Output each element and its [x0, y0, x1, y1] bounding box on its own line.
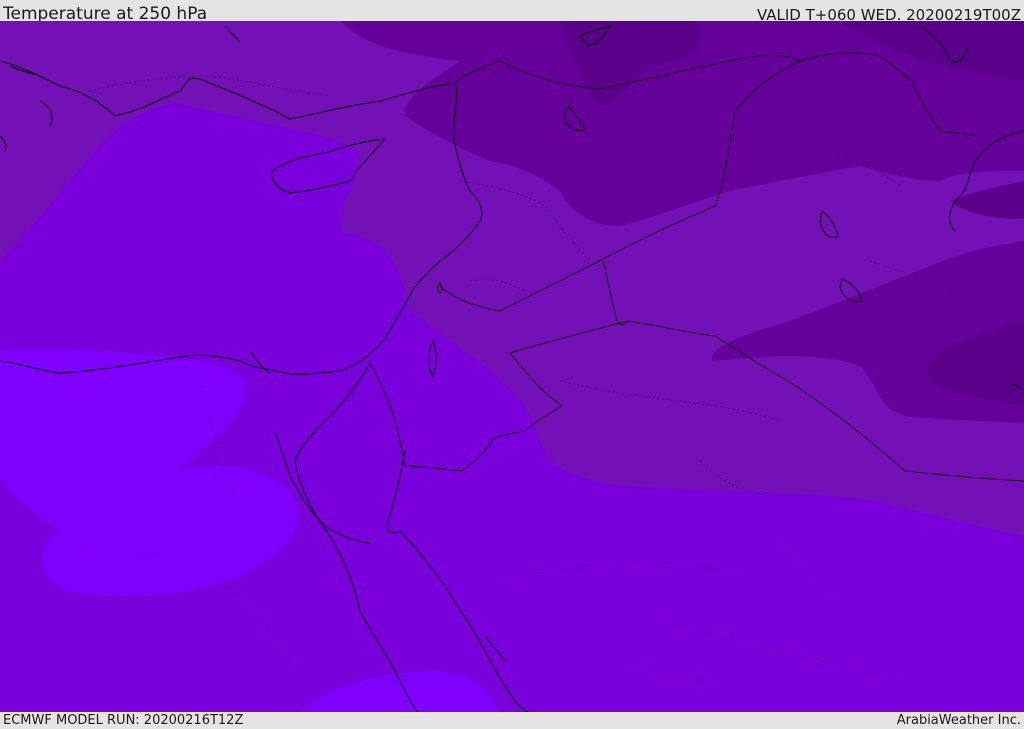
- map-canvas[interactable]: [0, 21, 1024, 712]
- temperature-map[interactable]: [0, 21, 1024, 712]
- header-bar: Temperature at 250 hPa VALID T+060 WED. …: [0, 0, 1024, 24]
- model-run-label: ECMWF MODEL RUN: 20200216T12Z: [3, 713, 244, 728]
- brand-label: ArabiaWeather Inc.: [896, 713, 1021, 728]
- footer-bar: ECMWF MODEL RUN: 20200216T12Z ArabiaWeat…: [0, 712, 1024, 729]
